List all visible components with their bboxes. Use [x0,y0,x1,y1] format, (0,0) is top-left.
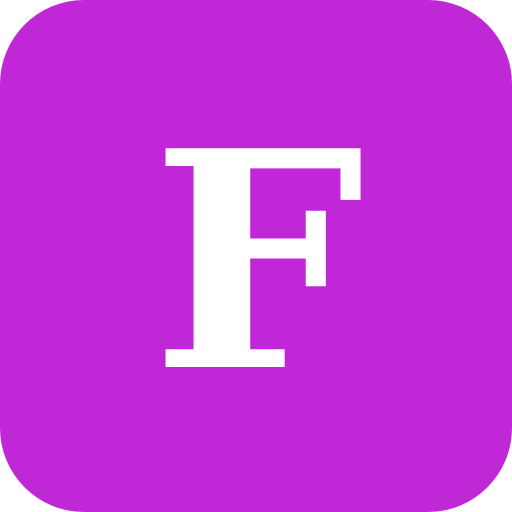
icon-letter: F [151,85,365,438]
app-icon: F [0,0,512,512]
